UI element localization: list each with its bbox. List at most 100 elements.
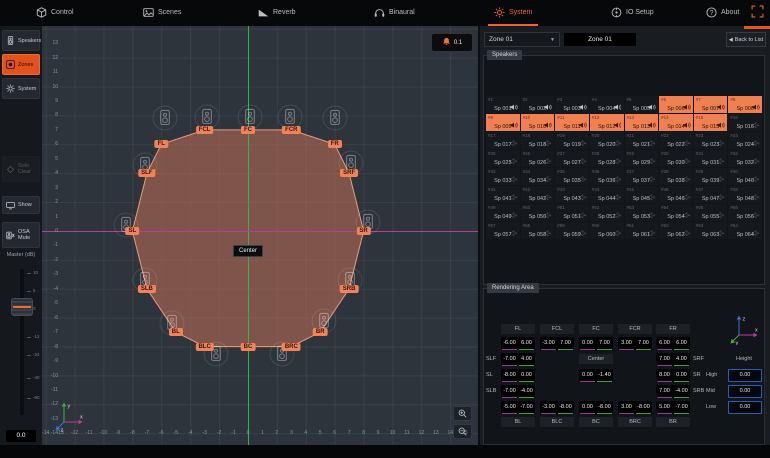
speaker-cell-sp-012[interactable]: #12 Sp 012 <box>590 114 624 131</box>
speaker-cell-sp-052[interactable]: #52 Sp 052 <box>590 204 624 221</box>
speaker-point-bl[interactable]: BL <box>169 328 183 336</box>
speaker-cell-sp-003[interactable]: #3 Sp 003 <box>555 96 589 113</box>
y-value[interactable]: 7.00 <box>558 338 573 350</box>
coord-input-fc[interactable]: 0.007.00 <box>579 337 613 350</box>
alarm-badge[interactable]: 0.1 <box>432 34 472 51</box>
y-value[interactable]: 4.00 <box>674 354 689 366</box>
y-value[interactable]: -7.00 <box>674 402 689 414</box>
speaker-cell-sp-027[interactable]: #27 Sp 027 <box>555 150 589 167</box>
speaker-cell-sp-026[interactable]: #26 Sp 026 <box>521 150 555 167</box>
low-height-input[interactable]: 0.00 <box>728 401 762 414</box>
y-value[interactable]: -8.00 <box>636 402 651 414</box>
speaker-cell-sp-030[interactable]: #30 Sp 030 <box>659 150 693 167</box>
y-value[interactable]: 6.00 <box>674 338 689 350</box>
coord-input-fcr[interactable]: 3.007.00 <box>618 337 652 350</box>
x-value[interactable]: -7.00 <box>502 354 517 366</box>
speaker-cell-sp-048[interactable]: #48 Sp 048 <box>728 186 762 203</box>
speaker-point-srb[interactable]: SRB <box>340 285 359 293</box>
coord-input-fl[interactable]: -6.006.00 <box>501 337 535 350</box>
speaker-cell-sp-028[interactable]: #28 Sp 028 <box>590 150 624 167</box>
speaker-point-slf[interactable]: SLF <box>138 169 155 177</box>
x-value[interactable]: 3.00 <box>619 338 634 350</box>
speaker-cell-sp-035[interactable]: #35 Sp 035 <box>555 168 589 185</box>
x-value[interactable]: -5.00 <box>502 402 517 414</box>
speaker-cell-sp-031[interactable]: #31 Sp 031 <box>694 150 728 167</box>
speaker-cell-sp-061[interactable]: #61 Sp 061 <box>625 222 659 239</box>
y-value[interactable]: -4.00 <box>519 386 534 398</box>
y-value[interactable]: 4.00 <box>519 354 534 366</box>
sidebar-item-zones[interactable]: Zones <box>2 54 40 75</box>
coord-input-bc[interactable]: 0.00-8.00 <box>579 401 613 414</box>
speaker-cell-sp-005[interactable]: #5 Sp 005 <box>625 96 659 113</box>
center-point[interactable]: Center <box>233 245 263 257</box>
speaker-point-fl[interactable]: FL <box>155 140 168 148</box>
coord-input-fr[interactable]: 6.006.00 <box>656 337 690 350</box>
speaker-cell-sp-025[interactable]: #25 Sp 025 <box>486 150 520 167</box>
zoom-in-button[interactable] <box>453 406 472 421</box>
speaker-cell-sp-019[interactable]: #19 Sp 019 <box>555 132 589 149</box>
speaker-point-slb[interactable]: SLB <box>138 285 156 293</box>
y-value[interactable]: -8.00 <box>597 402 612 414</box>
master-fader[interactable]: 1050-12-24-40-60 <box>0 266 42 426</box>
speaker-cell-sp-015[interactable]: #15 Sp 015 <box>694 114 728 131</box>
speaker-point-fcl[interactable]: FCL <box>196 126 214 134</box>
speaker-point-blc[interactable]: BLC <box>195 343 213 351</box>
speaker-cell-sp-024[interactable]: #24 Sp 024 <box>728 132 762 149</box>
coord-input-srb[interactable]: 7.00-4.00 <box>656 385 690 398</box>
zone-name-field[interactable]: Zone 01 <box>564 33 636 46</box>
speaker-point-br[interactable]: BR <box>313 328 328 336</box>
zone-select[interactable]: Zone 01 ▼ <box>484 32 560 47</box>
speaker-cell-sp-037[interactable]: #37 Sp 037 <box>625 168 659 185</box>
coord-input-center[interactable]: 0.00-1.40 <box>579 369 613 382</box>
coord-input-bl[interactable]: -5.00-7.00 <box>501 401 535 414</box>
coord-input-blc[interactable]: -3.00-8.00 <box>540 401 574 414</box>
speaker-cell-sp-014[interactable]: #14 Sp 014 <box>659 114 693 131</box>
x-value[interactable]: 6.00 <box>657 338 672 350</box>
speaker-cell-sp-062[interactable]: #62 Sp 062 <box>659 222 693 239</box>
speaker-cell-sp-055[interactable]: #55 Sp 055 <box>694 204 728 221</box>
sidebar-item-speakers[interactable]: Speakers <box>2 30 40 51</box>
speaker-cell-sp-051[interactable]: #51 Sp 051 <box>555 204 589 221</box>
speaker-cell-sp-022[interactable]: #22 Sp 022 <box>659 132 693 149</box>
speaker-point-fcr[interactable]: FCR <box>282 126 300 134</box>
y-value[interactable]: 6.00 <box>519 338 534 350</box>
coord-input-br[interactable]: 5.00-7.00 <box>656 401 690 414</box>
speaker-cell-sp-041[interactable]: #41 Sp 041 <box>486 186 520 203</box>
x-value[interactable]: 5.00 <box>657 402 672 414</box>
show-button[interactable]: Show <box>2 196 40 214</box>
x-value[interactable]: 3.00 <box>619 402 634 414</box>
tab-reverb[interactable]: Reverb <box>252 0 302 26</box>
osa-mute-button[interactable]: OSAMute <box>2 222 40 248</box>
speaker-cell-sp-016[interactable]: #16 Sp 016 <box>728 114 762 131</box>
speaker-cell-sp-018[interactable]: #18 Sp 018 <box>521 132 555 149</box>
speaker-cell-sp-050[interactable]: #50 Sp 050 <box>521 204 555 221</box>
x-value[interactable]: 8.00 <box>657 370 672 382</box>
high-height-input[interactable]: 0.00 <box>728 369 762 382</box>
speaker-cell-sp-045[interactable]: #45 Sp 045 <box>625 186 659 203</box>
speaker-cell-sp-009[interactable]: #9 Sp 009 <box>486 114 520 131</box>
speaker-point-brc[interactable]: BRC <box>282 343 301 351</box>
x-value[interactable]: -3.00 <box>541 402 556 414</box>
y-value[interactable]: 7.00 <box>597 338 612 350</box>
speaker-cell-sp-008[interactable]: #8 Sp 008 <box>728 96 762 113</box>
coord-input-fcl[interactable]: -3.007.00 <box>540 337 574 350</box>
speaker-cell-sp-046[interactable]: #46 Sp 046 <box>659 186 693 203</box>
speaker-cell-sp-060[interactable]: #60 Sp 060 <box>590 222 624 239</box>
speaker-cell-sp-007[interactable]: #7 Sp 007 <box>694 96 728 113</box>
speaker-cell-sp-013[interactable]: #13 Sp 013 <box>625 114 659 131</box>
speaker-cell-sp-063[interactable]: #63 Sp 063 <box>694 222 728 239</box>
speaker-cell-sp-056[interactable]: #56 Sp 056 <box>728 204 762 221</box>
speaker-cell-sp-001[interactable]: #1 Sp 001 <box>486 96 520 113</box>
coord-input-slf[interactable]: -7.004.00 <box>501 353 535 366</box>
y-value[interactable]: -7.00 <box>519 402 534 414</box>
speaker-point-srf[interactable]: SRF <box>340 169 358 177</box>
coord-input-srf[interactable]: 7.004.00 <box>656 353 690 366</box>
x-value[interactable]: -6.00 <box>502 338 517 350</box>
tab-about[interactable]: ?About <box>700 0 745 26</box>
speaker-point-sr[interactable]: SR <box>356 227 370 235</box>
coord-input-slb[interactable]: -7.00-4.00 <box>501 385 535 398</box>
fullscreen-icon[interactable] <box>750 5 765 20</box>
tab-system[interactable]: System <box>488 0 538 26</box>
x-value[interactable]: -7.00 <box>502 386 517 398</box>
coord-input-sl[interactable]: -8.000.00 <box>501 369 535 382</box>
